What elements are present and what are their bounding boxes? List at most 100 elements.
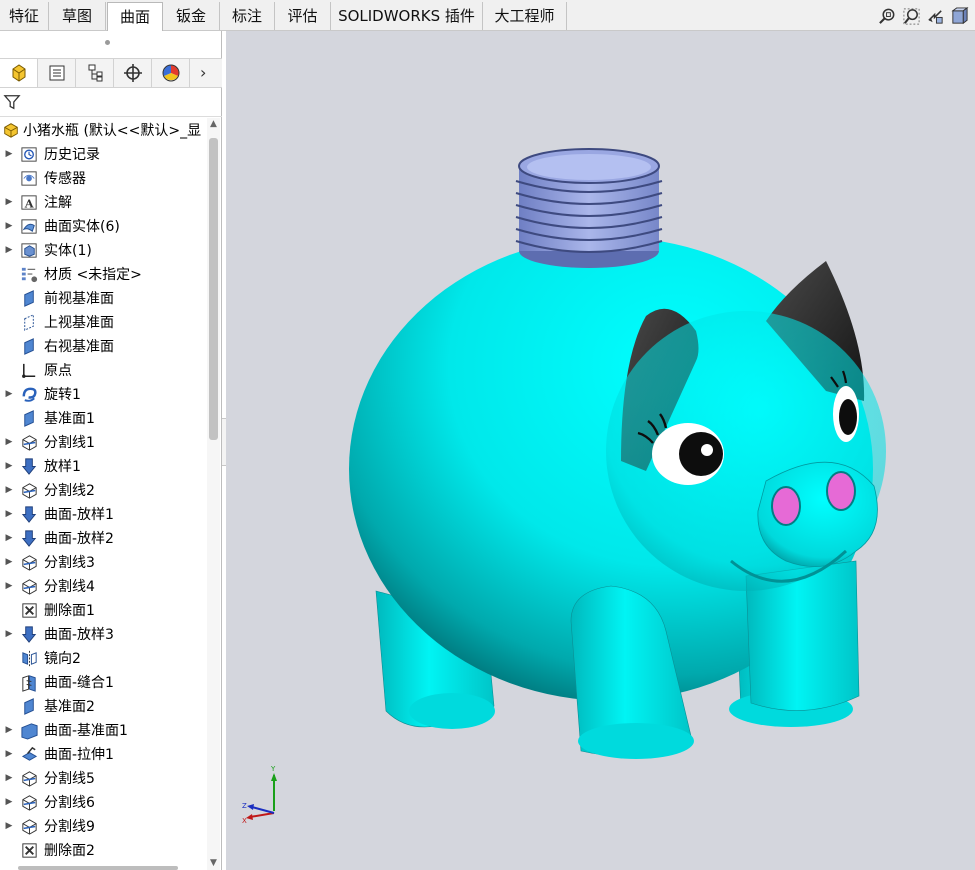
tree-item[interactable]: ▶ 曲面-基准面1 bbox=[0, 718, 206, 742]
expand-arrow-icon[interactable]: ▶ bbox=[2, 821, 16, 831]
tree-item[interactable]: ▶ 分割线4 bbox=[0, 574, 206, 598]
expand-arrow-icon[interactable]: ▶ bbox=[2, 557, 16, 567]
tree-item[interactable]: 基准面2 bbox=[0, 694, 206, 718]
expand-arrow-icon[interactable]: ▶ bbox=[2, 437, 16, 447]
tree-item[interactable]: 基准面1 bbox=[0, 406, 206, 430]
tree-item[interactable]: 原点 bbox=[0, 358, 206, 382]
configuration-manager-tab[interactable] bbox=[76, 59, 114, 87]
tree-item[interactable]: 上视基准面 bbox=[0, 310, 206, 334]
tree-item[interactable]: ▶ 曲面-拉伸1 bbox=[0, 742, 206, 766]
tree-item[interactable]: ▶ 曲面实体(6) bbox=[0, 214, 206, 238]
tree-item-label: 前视基准面 bbox=[44, 291, 114, 307]
more-tabs-chevron-icon[interactable]: › bbox=[200, 63, 206, 82]
tree-item[interactable]: ▶ A 注解 bbox=[0, 190, 206, 214]
tree-item[interactable]: 材质 <未指定> bbox=[0, 262, 206, 286]
tree-item[interactable]: 传感器 bbox=[0, 166, 206, 190]
tree-item-label: 曲面实体(6) bbox=[44, 219, 120, 235]
tree-item[interactable]: ▶ 曲面-放样1 bbox=[0, 502, 206, 526]
split-line-icon bbox=[22, 434, 37, 451]
feature-manager-icon bbox=[12, 64, 25, 82]
tree-item[interactable]: ▶ 曲面-放样3 bbox=[0, 622, 206, 646]
tab-evaluate[interactable]: 评估 bbox=[275, 2, 331, 30]
previous-view-icon[interactable] bbox=[926, 7, 945, 26]
expand-arrow-icon[interactable]: ▶ bbox=[2, 245, 16, 255]
piggy-bottle-model[interactable] bbox=[226, 31, 975, 870]
expand-arrow-icon[interactable]: ▶ bbox=[2, 533, 16, 543]
tree-item[interactable]: ▶ 分割线6 bbox=[0, 790, 206, 814]
surface-bodies-icon bbox=[21, 218, 37, 234]
plane-icon bbox=[24, 289, 34, 307]
expand-arrow-icon[interactable]: ▶ bbox=[2, 725, 16, 735]
horizontal-scrollbar-thumb[interactable] bbox=[18, 866, 178, 870]
tree-item-label: 原点 bbox=[44, 363, 72, 379]
dimxpert-tab[interactable] bbox=[114, 59, 152, 87]
tree-item-label: 曲面-放样2 bbox=[44, 531, 114, 547]
section-view-icon[interactable] bbox=[950, 7, 969, 26]
loft-icon bbox=[21, 529, 37, 547]
split-line-icon bbox=[22, 482, 37, 499]
svg-text:A: A bbox=[24, 196, 34, 210]
triad-x-label: X bbox=[242, 817, 247, 825]
tab-markup[interactable]: 标注 bbox=[220, 2, 275, 30]
tree-item[interactable]: 曲面-缝合1 bbox=[0, 670, 206, 694]
plane-icon bbox=[24, 409, 34, 427]
zoom-area-icon[interactable] bbox=[902, 7, 921, 26]
property-manager-tab[interactable] bbox=[38, 59, 76, 87]
display-manager-icon bbox=[162, 64, 179, 82]
tree-item[interactable]: ▶ 分割线5 bbox=[0, 766, 206, 790]
tree-item-label: 曲面-基准面1 bbox=[44, 723, 128, 739]
tree-root-label: 小猪水瓶 (默认<<默认>_显 bbox=[23, 123, 202, 139]
left-eye-highlight bbox=[701, 444, 713, 456]
expand-arrow-icon[interactable]: ▶ bbox=[2, 581, 16, 591]
expand-arrow-icon[interactable]: ▶ bbox=[2, 461, 16, 471]
tree-item[interactable]: ▶ 历史记录 bbox=[0, 142, 206, 166]
feature-manager-tab[interactable] bbox=[0, 59, 38, 87]
tab-sketch[interactable]: 草图 bbox=[49, 2, 106, 30]
tree-item[interactable]: ▶ 分割线2 bbox=[0, 478, 206, 502]
tree-scrollbar[interactable]: ▲ ▼ bbox=[207, 118, 220, 870]
tree-item[interactable]: ▶ 分割线9 bbox=[0, 814, 206, 838]
annotation-icon: A bbox=[21, 194, 37, 210]
tree-item-label: 历史记录 bbox=[44, 147, 100, 163]
expand-arrow-icon[interactable]: ▶ bbox=[2, 149, 16, 159]
tree-item[interactable]: ▶ 曲面-放样2 bbox=[0, 526, 206, 550]
expand-arrow-icon[interactable]: ▶ bbox=[2, 749, 16, 759]
knit-icon bbox=[22, 674, 36, 692]
expand-arrow-icon[interactable]: ▶ bbox=[2, 221, 16, 231]
tree-item[interactable]: ▶ 旋转1 bbox=[0, 382, 206, 406]
expand-arrow-icon[interactable]: ▶ bbox=[2, 509, 16, 519]
tree-filter-row[interactable] bbox=[0, 87, 222, 117]
display-manager-tab[interactable] bbox=[152, 59, 190, 87]
expand-arrow-icon[interactable]: ▶ bbox=[2, 773, 16, 783]
expand-arrow-icon[interactable]: ▶ bbox=[2, 485, 16, 495]
tab-surfaces[interactable]: 曲面 bbox=[107, 2, 163, 31]
filter-icon[interactable] bbox=[3, 93, 21, 111]
tree-item[interactable]: ▶ 分割线1 bbox=[0, 430, 206, 454]
graphics-area[interactable]: Y X Z bbox=[226, 31, 975, 870]
expand-arrow-icon[interactable]: ▶ bbox=[2, 797, 16, 807]
tree-item-label: 实体(1) bbox=[44, 243, 92, 259]
tab-engineer[interactable]: 大工程师 bbox=[483, 2, 567, 30]
panel-grip[interactable] bbox=[105, 40, 110, 45]
tree-item[interactable]: ▶ 实体(1) bbox=[0, 238, 206, 262]
tree-root-part[interactable]: 小猪水瓶 (默认<<默认>_显 bbox=[0, 118, 206, 142]
tree-item[interactable]: 前视基准面 bbox=[0, 286, 206, 310]
tab-solidworks-addins[interactable]: SOLIDWORKS 插件 bbox=[331, 2, 483, 30]
tab-features[interactable]: 特征 bbox=[0, 2, 49, 30]
tree-item[interactable]: ▶ 分割线3 bbox=[0, 550, 206, 574]
zoom-fit-icon[interactable] bbox=[878, 7, 897, 26]
split-line-icon bbox=[22, 554, 37, 571]
tree-item[interactable]: ▶ 放样1 bbox=[0, 454, 206, 478]
planar-surface-icon bbox=[21, 722, 38, 740]
tree-item[interactable]: 右视基准面 bbox=[0, 334, 206, 358]
tab-sheet-metal[interactable]: 钣金 bbox=[163, 2, 220, 30]
tree-item[interactable]: 镜向2 bbox=[0, 646, 206, 670]
tree-item[interactable]: 删除面2 bbox=[0, 838, 206, 862]
scrollbar-thumb[interactable] bbox=[209, 138, 218, 440]
expand-arrow-icon[interactable]: ▶ bbox=[2, 389, 16, 399]
expand-arrow-icon[interactable]: ▶ bbox=[2, 629, 16, 639]
expand-arrow-icon[interactable]: ▶ bbox=[2, 197, 16, 207]
tree-item[interactable]: 删除面1 bbox=[0, 598, 206, 622]
scroll-down-arrow-icon[interactable]: ▼ bbox=[207, 857, 220, 870]
scroll-up-arrow-icon[interactable]: ▲ bbox=[207, 118, 220, 131]
